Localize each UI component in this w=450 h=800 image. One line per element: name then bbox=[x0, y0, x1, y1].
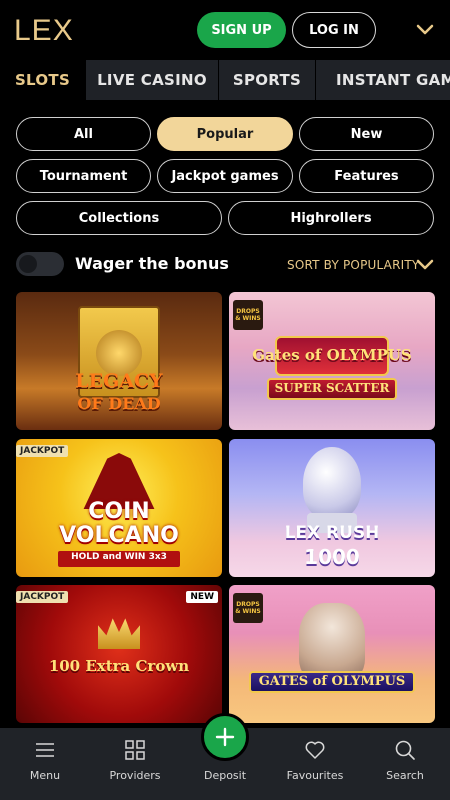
game-subtitle: 1000 bbox=[304, 545, 360, 569]
nav-favourites-label: Favourites bbox=[286, 769, 344, 782]
tab-slots[interactable]: SLOTS bbox=[0, 60, 86, 100]
game-title: LEX RUSH bbox=[284, 523, 380, 543]
log-in-button[interactable]: LOG IN bbox=[292, 12, 376, 48]
filter-jackpot-games[interactable]: Jackpot games bbox=[157, 159, 293, 193]
tab-instant-games[interactable]: INSTANT GAMES bbox=[316, 60, 450, 100]
game-tile-gates-of-olympus[interactable]: DROPS & WINS GATES of OLYMPUS bbox=[229, 585, 435, 723]
chevron-down-icon[interactable] bbox=[415, 257, 435, 273]
filter-popular[interactable]: Popular bbox=[157, 117, 293, 151]
nav-search[interactable]: Search bbox=[360, 728, 450, 800]
game-subtitle: VOLCANO bbox=[59, 523, 179, 548]
game-tile-lex-rush-1000[interactable]: LEX RUSH 1000 bbox=[229, 439, 435, 577]
tab-live-casino[interactable]: LIVE CASINO bbox=[86, 60, 219, 100]
game-title: 100 Extra Crown bbox=[48, 657, 190, 675]
nav-favourites[interactable]: Favourites bbox=[270, 728, 360, 800]
tab-sports[interactable]: SPORTS bbox=[219, 60, 316, 100]
game-subtitle: OF DEAD bbox=[77, 394, 161, 413]
toggle-knob bbox=[19, 255, 37, 273]
game-subtitle: SUPER SCATTER bbox=[274, 381, 390, 395]
nav-providers-label: Providers bbox=[109, 769, 161, 782]
lex-logo[interactable]: LEX bbox=[14, 14, 74, 48]
filter-highrollers[interactable]: Highrollers bbox=[228, 201, 434, 235]
game-tile-coin-volcano[interactable]: JACKPOT COIN VOLCANO HOLD and WIN 3x3 bbox=[16, 439, 222, 577]
plus-icon bbox=[215, 727, 235, 747]
header: LEX SIGN UP LOG IN bbox=[0, 0, 450, 60]
hamburger-menu-icon bbox=[36, 743, 54, 757]
new-badge: NEW bbox=[186, 591, 218, 603]
drops-and-wins-badge: DROPS & WINS bbox=[233, 300, 263, 330]
filter-collections[interactable]: Collections bbox=[16, 201, 222, 235]
heart-icon bbox=[305, 741, 325, 759]
wager-bonus-toggle[interactable] bbox=[16, 252, 64, 276]
nav-providers[interactable]: Providers bbox=[90, 728, 180, 800]
tile-artwork bbox=[303, 447, 361, 519]
game-title: Gates of OLYMPUS bbox=[252, 346, 412, 364]
filter-new[interactable]: New bbox=[299, 117, 434, 151]
game-tagline: HOLD and WIN 3x3 bbox=[71, 552, 167, 562]
filter-features[interactable]: Features bbox=[299, 159, 434, 193]
nav-search-label: Search bbox=[386, 769, 424, 782]
game-title: LEGACY bbox=[75, 370, 163, 392]
drops-and-wins-badge: DROPS & WINS bbox=[233, 593, 263, 623]
nav-deposit-label: Deposit bbox=[203, 769, 247, 782]
deposit-button[interactable] bbox=[201, 713, 249, 761]
chevron-down-icon[interactable] bbox=[414, 20, 436, 40]
crown-artwork bbox=[98, 618, 140, 649]
nav-menu-label: Menu bbox=[29, 769, 61, 782]
game-title: COIN bbox=[88, 499, 150, 524]
jackpot-badge: JACKPOT bbox=[16, 591, 69, 603]
nav-menu[interactable]: Menu bbox=[0, 728, 90, 800]
sort-dropdown[interactable]: SORT BY POPULARITY bbox=[287, 258, 419, 272]
category-tabs: SLOTS LIVE CASINO SPORTS INSTANT GAMES bbox=[0, 60, 450, 100]
wager-bonus-label: Wager the bonus bbox=[75, 254, 229, 273]
filter-all[interactable]: All bbox=[16, 117, 151, 151]
game-title: GATES of OLYMPUS bbox=[258, 674, 406, 689]
search-icon bbox=[395, 740, 415, 760]
game-tile-legacy-of-dead[interactable]: LEGACY OF DEAD bbox=[16, 292, 222, 430]
sign-up-button[interactable]: SIGN UP bbox=[197, 12, 286, 48]
game-tile-gates-of-olympus-super-scatter[interactable]: DROPS & WINS Gates of OLYMPUS SUPER SCAT… bbox=[229, 292, 435, 430]
jackpot-badge: JACKPOT bbox=[16, 445, 69, 457]
grid-icon bbox=[125, 740, 145, 760]
filter-tournament[interactable]: Tournament bbox=[16, 159, 151, 193]
game-tile-100-extra-crown[interactable]: JACKPOT NEW 100 Extra Crown bbox=[16, 585, 222, 723]
